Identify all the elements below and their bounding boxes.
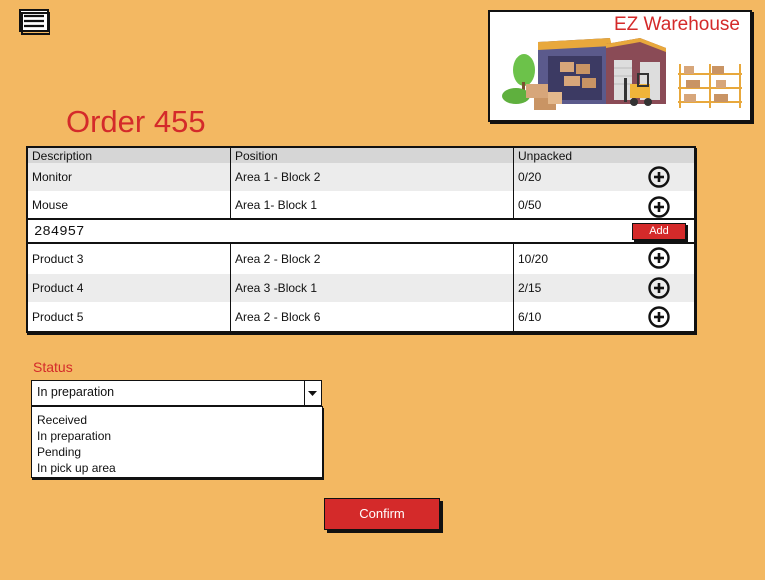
table-row: Product 4 Area 3 -Block 1 2/15 (28, 274, 694, 302)
brand-logo: EZ Warehouse (488, 10, 752, 122)
status-option-received[interactable]: Received (32, 412, 322, 428)
table-header: Description Position Unpacked (28, 148, 694, 163)
table-row: Mouse Area 1- Block 1 0/50 (28, 191, 694, 218)
chevron-down-icon[interactable] (304, 381, 321, 405)
item-description: Mouse (32, 197, 69, 212)
plus-circle-icon[interactable] (648, 277, 670, 299)
plus-circle-icon[interactable] (648, 247, 670, 269)
order-items-table: Description Position Unpacked Monitor Ar… (26, 146, 696, 333)
column-header-description: Description (32, 148, 93, 163)
plus-circle-icon[interactable] (648, 306, 670, 328)
item-description: Product 4 (32, 281, 84, 295)
status-options-list: Received In preparation Pending In pick … (31, 406, 323, 478)
serial-number-input[interactable] (32, 222, 576, 242)
item-position: Area 2 - Block 2 (230, 244, 513, 274)
status-option-in-pick-up-area[interactable]: In pick up area (32, 460, 322, 476)
table-row: Product 3 Area 2 - Block 2 10/20 (28, 244, 694, 274)
hamburger-menu-icon[interactable] (18, 9, 51, 35)
status-select[interactable]: In preparation (31, 380, 322, 406)
plus-circle-icon[interactable] (648, 196, 670, 218)
column-header-position: Position (230, 148, 513, 163)
status-option-pending[interactable]: Pending (32, 444, 322, 460)
table-row: Product 5 Area 2 - Block 6 6/10 (28, 302, 694, 331)
column-header-unpacked: Unpacked (513, 148, 694, 163)
serial-input-row: Add (26, 218, 696, 244)
status-option-in-preparation[interactable]: In preparation (32, 428, 322, 444)
item-description: Product 3 (32, 252, 84, 266)
add-button[interactable]: Add (632, 223, 686, 240)
item-position: Area 2 - Block 6 (230, 302, 513, 331)
status-label: Status (33, 359, 73, 375)
confirm-button[interactable]: Confirm (324, 498, 440, 530)
plus-circle-icon[interactable] (648, 166, 670, 188)
item-position: Area 1 - Block 2 (230, 163, 513, 191)
status-selected-value: In preparation (37, 385, 115, 399)
table-row: Monitor Area 1 - Block 2 0/20 (28, 163, 694, 191)
item-description: Monitor (32, 170, 73, 184)
item-position: Area 1- Block 1 (230, 191, 513, 218)
page-title: Order 455 (66, 104, 206, 139)
item-position: Area 3 -Block 1 (230, 274, 513, 302)
item-description: Product 5 (32, 309, 84, 324)
brand-name: EZ Warehouse (613, 14, 740, 35)
